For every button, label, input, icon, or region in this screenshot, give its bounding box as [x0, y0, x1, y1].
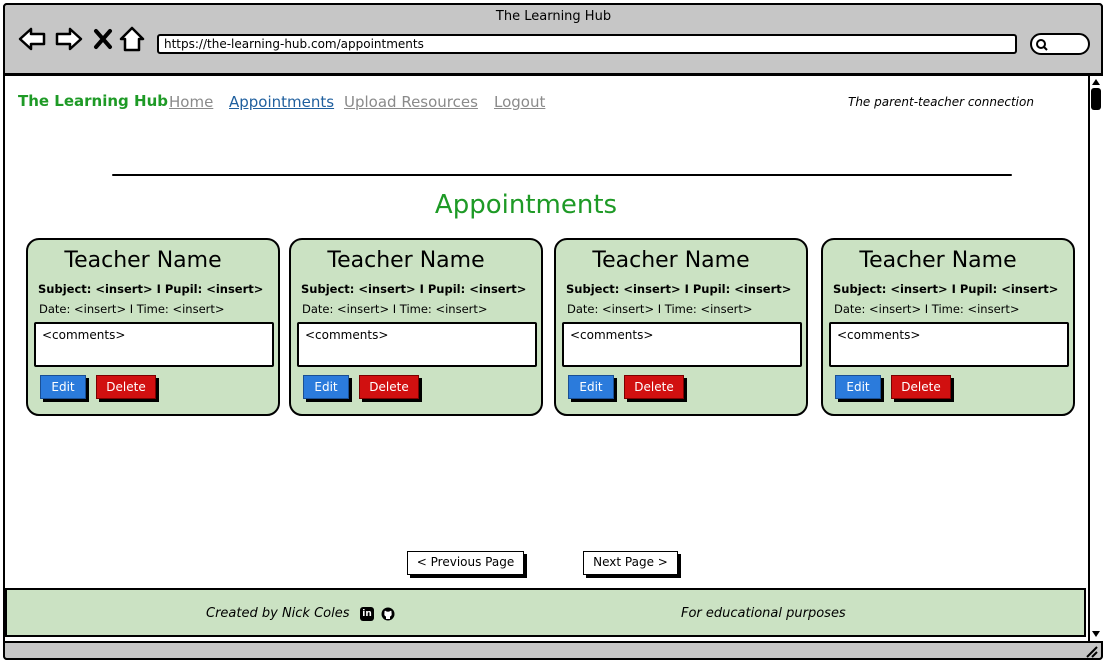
nav-logout[interactable]: Logout: [494, 93, 545, 111]
appointment-card: Teacher Name Subject: <insert> I Pupil: …: [821, 238, 1075, 416]
edit-button[interactable]: Edit: [568, 375, 614, 399]
subject-pupil: Subject: <insert> I Pupil: <insert>: [833, 282, 1059, 296]
header-divider: [112, 174, 1012, 176]
tagline: The parent-teacher connection: [848, 95, 1034, 109]
nav-upload-resources[interactable]: Upload Resources: [344, 93, 478, 111]
page-title: Appointments: [434, 190, 618, 220]
appointment-card: Teacher Name Subject: <insert> I Pupil: …: [289, 238, 543, 416]
teacher-name: Teacher Name: [592, 248, 750, 273]
date-time: Date: <insert> I Time: <insert>: [834, 302, 1020, 316]
subject-pupil: Subject: <insert> I Pupil: <insert>: [38, 282, 264, 296]
resize-grip-icon[interactable]: [1083, 644, 1099, 658]
back-arrow-icon[interactable]: [17, 25, 47, 53]
previous-page-button[interactable]: < Previous Page: [407, 551, 524, 575]
date-time: Date: <insert> I Time: <insert>: [302, 302, 488, 316]
search-icon: [1036, 39, 1048, 51]
date-time: Date: <insert> I Time: <insert>: [39, 302, 225, 316]
comments-box: <comments>: [829, 322, 1069, 367]
vertical-scrollbar[interactable]: [1088, 76, 1103, 642]
status-bar: [3, 641, 1103, 660]
date-time: Date: <insert> I Time: <insert>: [567, 302, 753, 316]
brand-logo[interactable]: The Learning Hub: [18, 92, 168, 110]
subject-pupil: Subject: <insert> I Pupil: <insert>: [301, 282, 527, 296]
linkedin-icon[interactable]: in: [360, 607, 374, 621]
delete-button[interactable]: Delete: [359, 375, 419, 399]
comments-box: <comments>: [34, 322, 274, 367]
scroll-down-icon[interactable]: [1091, 630, 1101, 638]
delete-button[interactable]: Delete: [891, 375, 951, 399]
nav-home[interactable]: Home: [169, 93, 213, 111]
window-title: The Learning Hub: [495, 9, 612, 24]
teacher-name: Teacher Name: [327, 248, 485, 273]
delete-button[interactable]: Delete: [96, 375, 156, 399]
footer: [5, 588, 1086, 637]
teacher-name: Teacher Name: [859, 248, 1017, 273]
search-button[interactable]: [1030, 33, 1090, 55]
close-x-icon[interactable]: [91, 25, 115, 53]
forward-arrow-icon[interactable]: [54, 25, 84, 53]
url-bar[interactable]: https://the-learning-hub.com/appointment…: [157, 34, 1017, 54]
home-icon[interactable]: [118, 25, 146, 53]
teacher-name: Teacher Name: [64, 248, 222, 273]
github-icon[interactable]: [381, 607, 395, 621]
footer-note: For educational purposes: [681, 606, 846, 621]
comments-box: <comments>: [562, 322, 802, 367]
edit-button[interactable]: Edit: [303, 375, 349, 399]
appointment-card: Teacher Name Subject: <insert> I Pupil: …: [26, 238, 280, 416]
next-page-button[interactable]: Next Page >: [583, 551, 678, 575]
edit-button[interactable]: Edit: [40, 375, 86, 399]
subject-pupil: Subject: <insert> I Pupil: <insert>: [566, 282, 792, 296]
scrollbar-thumb[interactable]: [1091, 88, 1101, 110]
comments-box: <comments>: [297, 322, 537, 367]
edit-button[interactable]: Edit: [835, 375, 881, 399]
delete-button[interactable]: Delete: [624, 375, 684, 399]
scroll-up-icon[interactable]: [1091, 78, 1101, 86]
nav-appointments[interactable]: Appointments: [229, 93, 334, 111]
appointment-card: Teacher Name Subject: <insert> I Pupil: …: [554, 238, 808, 416]
footer-credit: Created by Nick Coles: [206, 606, 350, 621]
